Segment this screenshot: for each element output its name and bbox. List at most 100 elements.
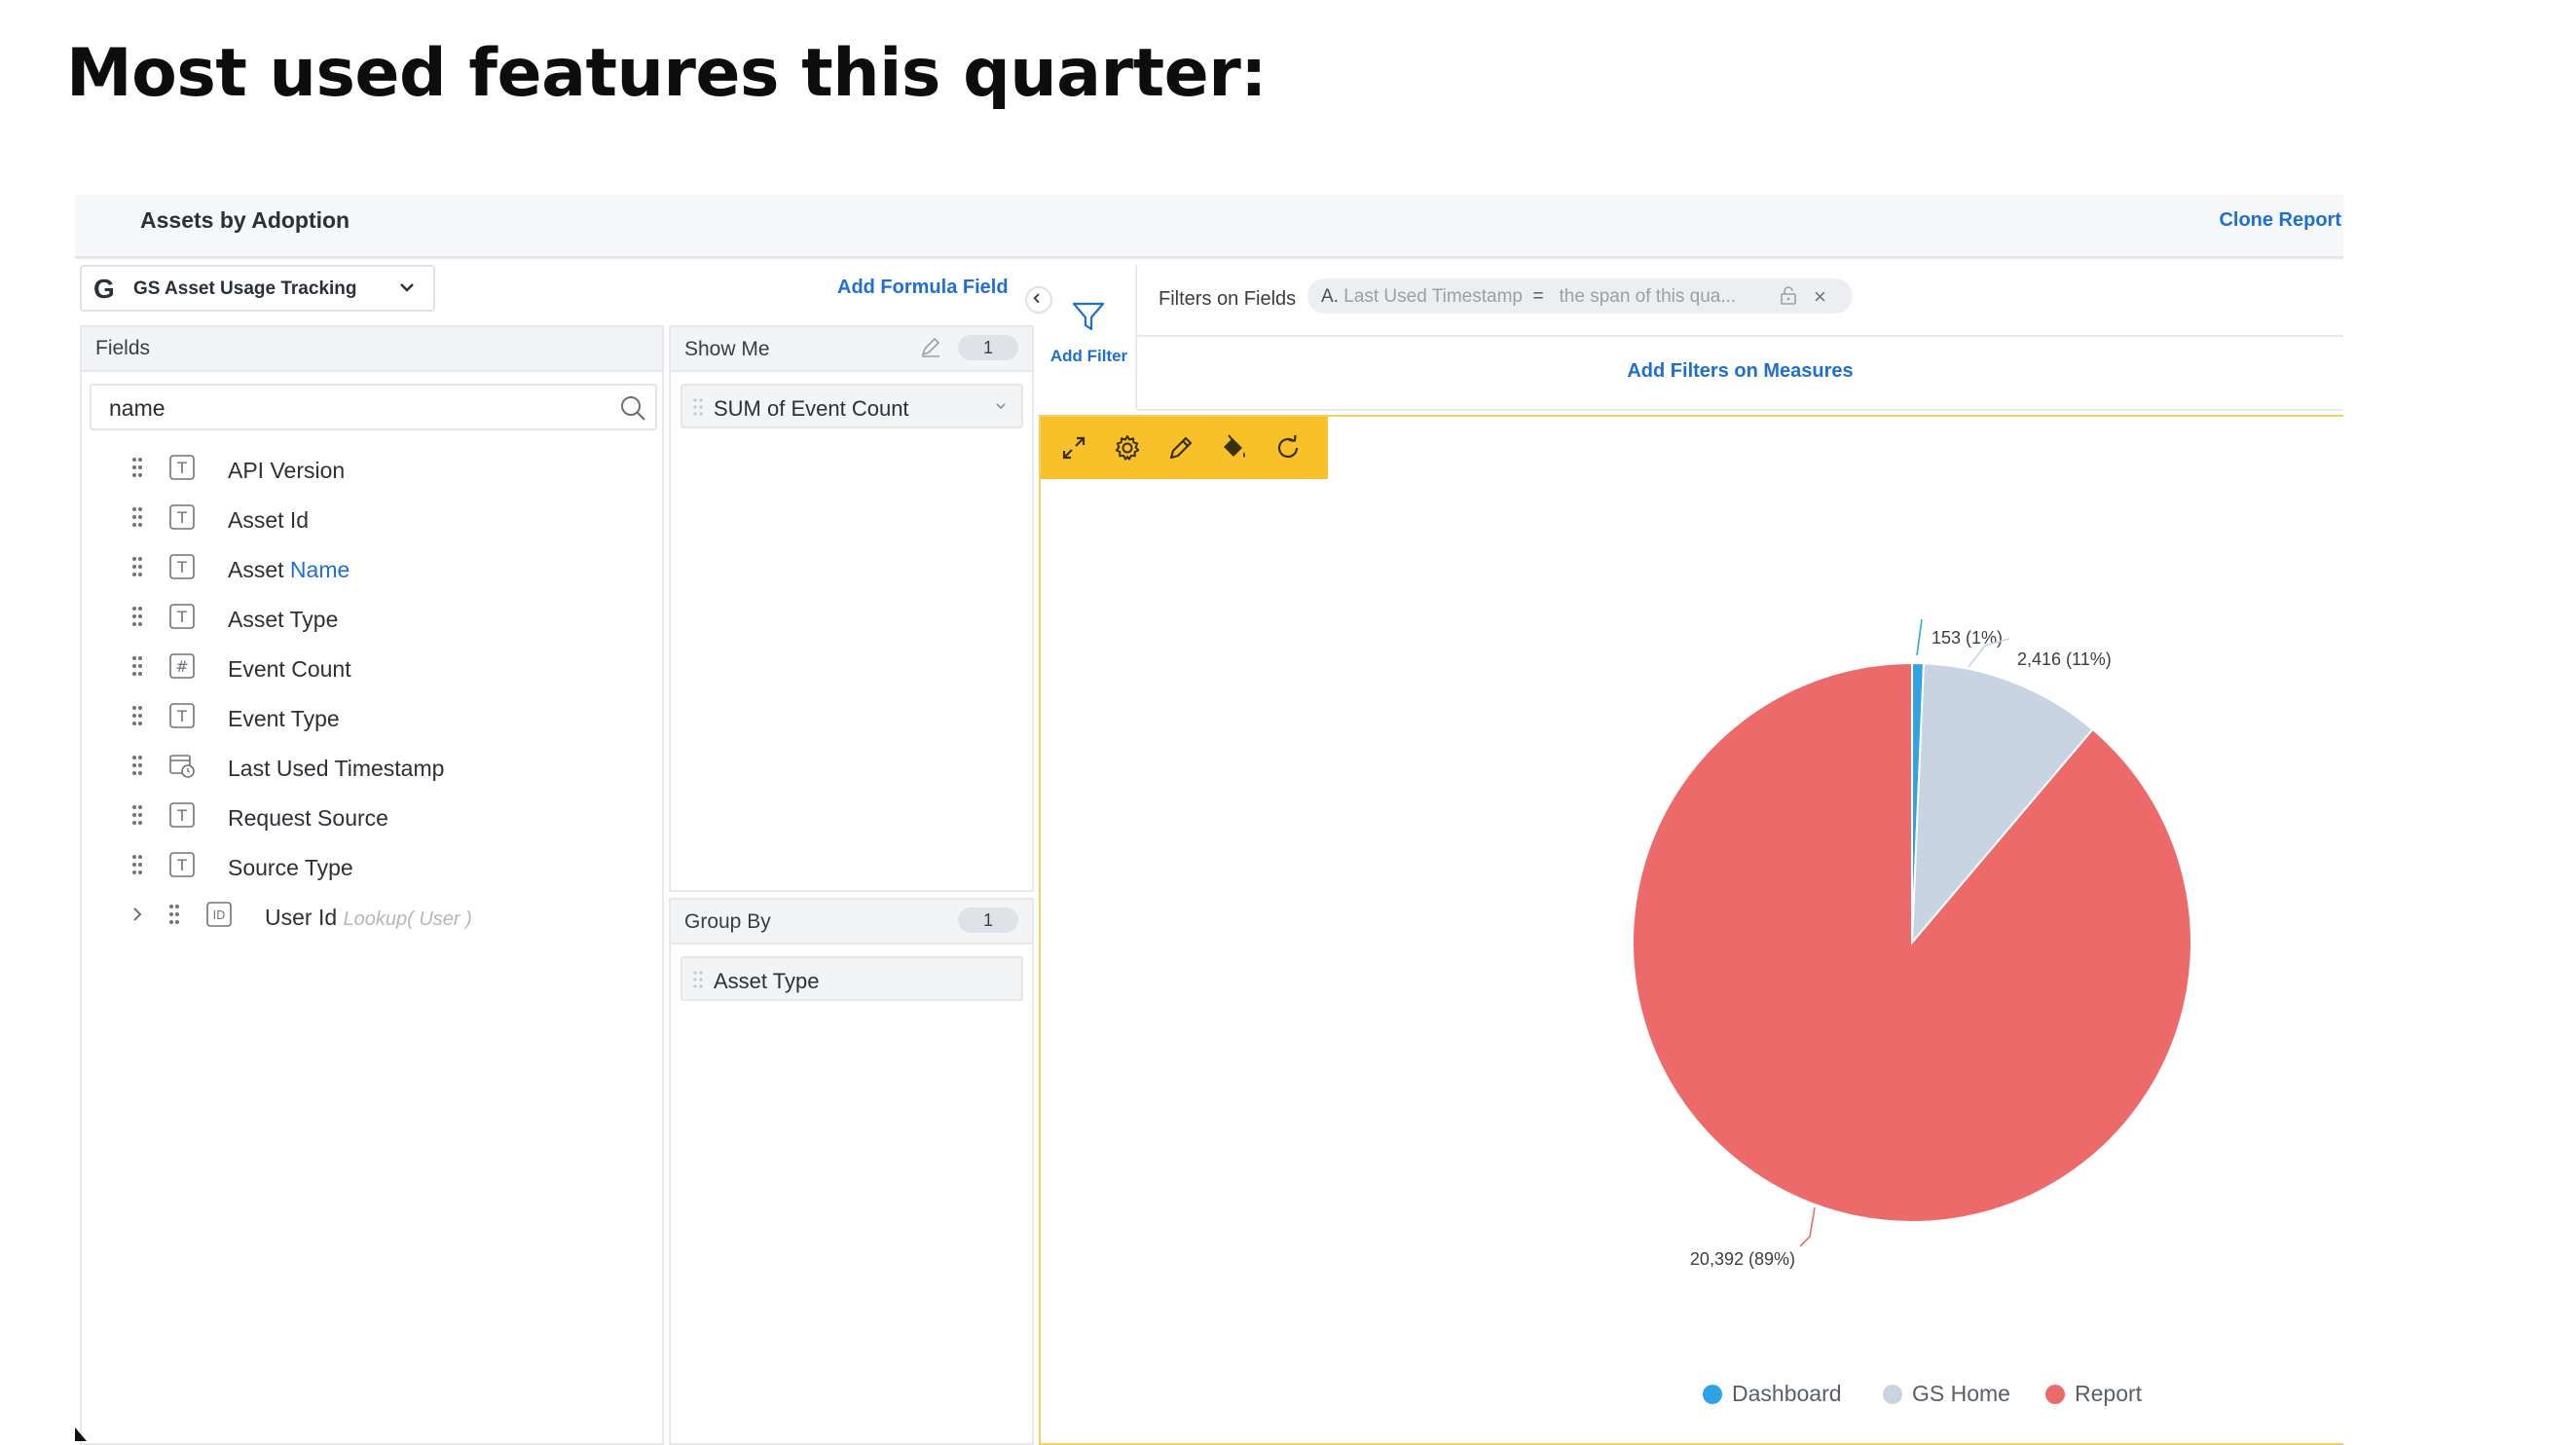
text-type-icon: T: [169, 604, 195, 629]
field-item-label: Asset Name: [228, 557, 350, 583]
filter-chip-prefix: A.: [1321, 286, 1339, 307]
drag-handle-icon[interactable]: [130, 754, 144, 777]
paint-bucket-icon[interactable]: [1219, 432, 1250, 463]
svg-text:T: T: [176, 806, 187, 825]
data-label-connector: [1799, 1206, 1816, 1247]
slide: Most used features this quarter: Assets …: [0, 0, 2576, 1445]
slide-title: Most used features this quarter:: [66, 35, 1267, 112]
svg-text:T: T: [176, 707, 187, 725]
field-item[interactable]: T Asset Id: [82, 494, 662, 543]
drag-handle-icon[interactable]: [130, 505, 144, 529]
filter-chip-operator: =: [1532, 286, 1544, 307]
field-item[interactable]: # Event Count: [82, 643, 662, 692]
svg-text:T: T: [176, 508, 187, 527]
field-label-text: User Id: [265, 905, 338, 930]
clone-report-button[interactable]: Clone Report: [2219, 209, 2341, 232]
field-item-label: Request Source: [228, 805, 388, 832]
add-formula-field-button[interactable]: Add Formula Field: [837, 277, 1009, 299]
chevron-right-icon[interactable]: [130, 903, 144, 926]
drag-handle-icon[interactable]: [130, 456, 144, 479]
text-type-icon: T: [169, 852, 195, 877]
filter-chip-value: the span of this qua...: [1559, 286, 1737, 307]
field-item[interactable]: Last Used Timestamp: [82, 742, 662, 792]
source-logo-icon: G: [93, 274, 115, 304]
drag-handle-icon[interactable]: [130, 704, 144, 727]
legend-label: Dashboard: [1732, 1381, 1842, 1406]
add-filters-on-measures-button[interactable]: Add Filters on Measures: [1137, 339, 2343, 411]
field-label-text: API Version: [228, 458, 346, 483]
expand-icon[interactable]: [1058, 432, 1089, 463]
datetime-type-icon: [169, 755, 195, 778]
data-source-label: GS Asset Usage Tracking: [133, 278, 357, 299]
field-item[interactable]: T Request Source: [82, 792, 662, 841]
remove-filter-button[interactable]: ×: [1814, 284, 1826, 310]
chevron-down-icon[interactable]: [992, 397, 1010, 415]
dimension-label: Asset Type: [714, 969, 820, 993]
settings-icon[interactable]: [1112, 432, 1143, 463]
field-item-label: Source Type: [228, 855, 353, 881]
text-type-icon: T: [169, 504, 195, 530]
field-item-label: API Version: [228, 458, 345, 484]
drag-handle-icon[interactable]: [167, 903, 181, 926]
add-filter-label: Add Filter: [1049, 347, 1128, 365]
report-header: Assets by Adoption Clone Report: [75, 195, 2343, 259]
fields-panel: Fields TAPI VersionTAsset IdTAsset NameT…: [80, 325, 664, 1445]
legend-swatch: [1883, 1385, 1902, 1404]
drag-handle-icon[interactable]: [692, 397, 704, 417]
drag-handle-icon[interactable]: [130, 853, 144, 876]
show-me-header: Show Me 1: [671, 327, 1032, 372]
search-icon[interactable]: [618, 393, 647, 423]
pie-chart: 153 (1%) 2,416 (11%) 20,392 (89%): [1632, 618, 2192, 1269]
data-label-connector: [1916, 618, 1923, 656]
data-label: 2,416 (11%): [2017, 649, 2112, 669]
field-item[interactable]: T Source Type: [82, 841, 662, 891]
field-item[interactable]: T Event Type: [82, 692, 662, 742]
refresh-icon[interactable]: [1272, 432, 1304, 463]
drag-handle-icon[interactable]: [130, 605, 144, 628]
dimension-pill[interactable]: Asset Type: [681, 956, 1023, 1001]
field-label-text: Event Type: [228, 706, 340, 731]
filter-chip[interactable]: A. Last Used Timestamp = the span of thi…: [1307, 278, 1853, 314]
legend-label: Report: [2075, 1381, 2143, 1406]
drag-handle-icon[interactable]: [130, 803, 144, 827]
field-search-input[interactable]: [109, 395, 576, 422]
drag-handle-icon[interactable]: [692, 970, 704, 989]
funnel-icon: [1072, 302, 1105, 331]
group-by-title: Group By: [684, 910, 771, 933]
measure-pill[interactable]: SUM of Event Count: [681, 384, 1023, 428]
pie-slice-report[interactable]: [1632, 661, 2192, 1223]
text-type-icon: T: [169, 554, 195, 579]
pencil-icon[interactable]: [1165, 432, 1196, 463]
edit-icon[interactable]: [919, 335, 942, 358]
filter-chip-text: A. Last Used Timestamp = the span of thi…: [1321, 286, 1736, 308]
svg-text:T: T: [176, 608, 187, 626]
field-item-lookup[interactable]: ID User Id Lookup( User ): [82, 891, 662, 941]
field-label-text: Request Source: [228, 805, 388, 831]
svg-text:T: T: [176, 558, 187, 576]
field-item-label: Last Used Timestamp: [228, 756, 444, 782]
lock-icon[interactable]: [1779, 285, 1798, 305]
report-builder: Assets by Adoption Clone Report G GS Ass…: [75, 195, 2343, 1445]
text-type-icon: T: [169, 703, 195, 728]
field-label-text: Asset Type: [228, 607, 339, 632]
field-item-label: Asset Type: [228, 607, 338, 633]
field-item[interactable]: T API Version: [82, 444, 662, 494]
legend-label: GS Home: [1912, 1381, 2010, 1406]
field-label-text: Last Used Timestamp: [228, 756, 445, 781]
field-item[interactable]: T Asset Type: [82, 593, 662, 643]
data-label: 20,392 (89%): [1690, 1249, 1795, 1269]
data-label: 153 (1%): [1932, 628, 2003, 648]
show-me-title: Show Me: [684, 338, 770, 360]
field-item[interactable]: T Asset Name: [82, 543, 662, 593]
add-filter-button[interactable]: Add Filter: [1041, 265, 1137, 409]
drag-handle-icon[interactable]: [130, 654, 144, 678]
drag-handle-icon[interactable]: [130, 555, 144, 578]
field-label-text: Event Count: [228, 656, 351, 682]
field-filters-row: Filters on Fields A. Last Used Timestamp…: [1137, 265, 2343, 337]
field-item-label: User Id Lookup( User ): [265, 905, 472, 931]
field-search-box[interactable]: [90, 384, 657, 430]
data-source-select[interactable]: G GS Asset Usage Tracking: [80, 265, 435, 312]
text-type-icon: T: [169, 802, 195, 828]
legend-swatch: [2045, 1385, 2065, 1404]
lookup-hint: Lookup( User ): [343, 908, 472, 930]
